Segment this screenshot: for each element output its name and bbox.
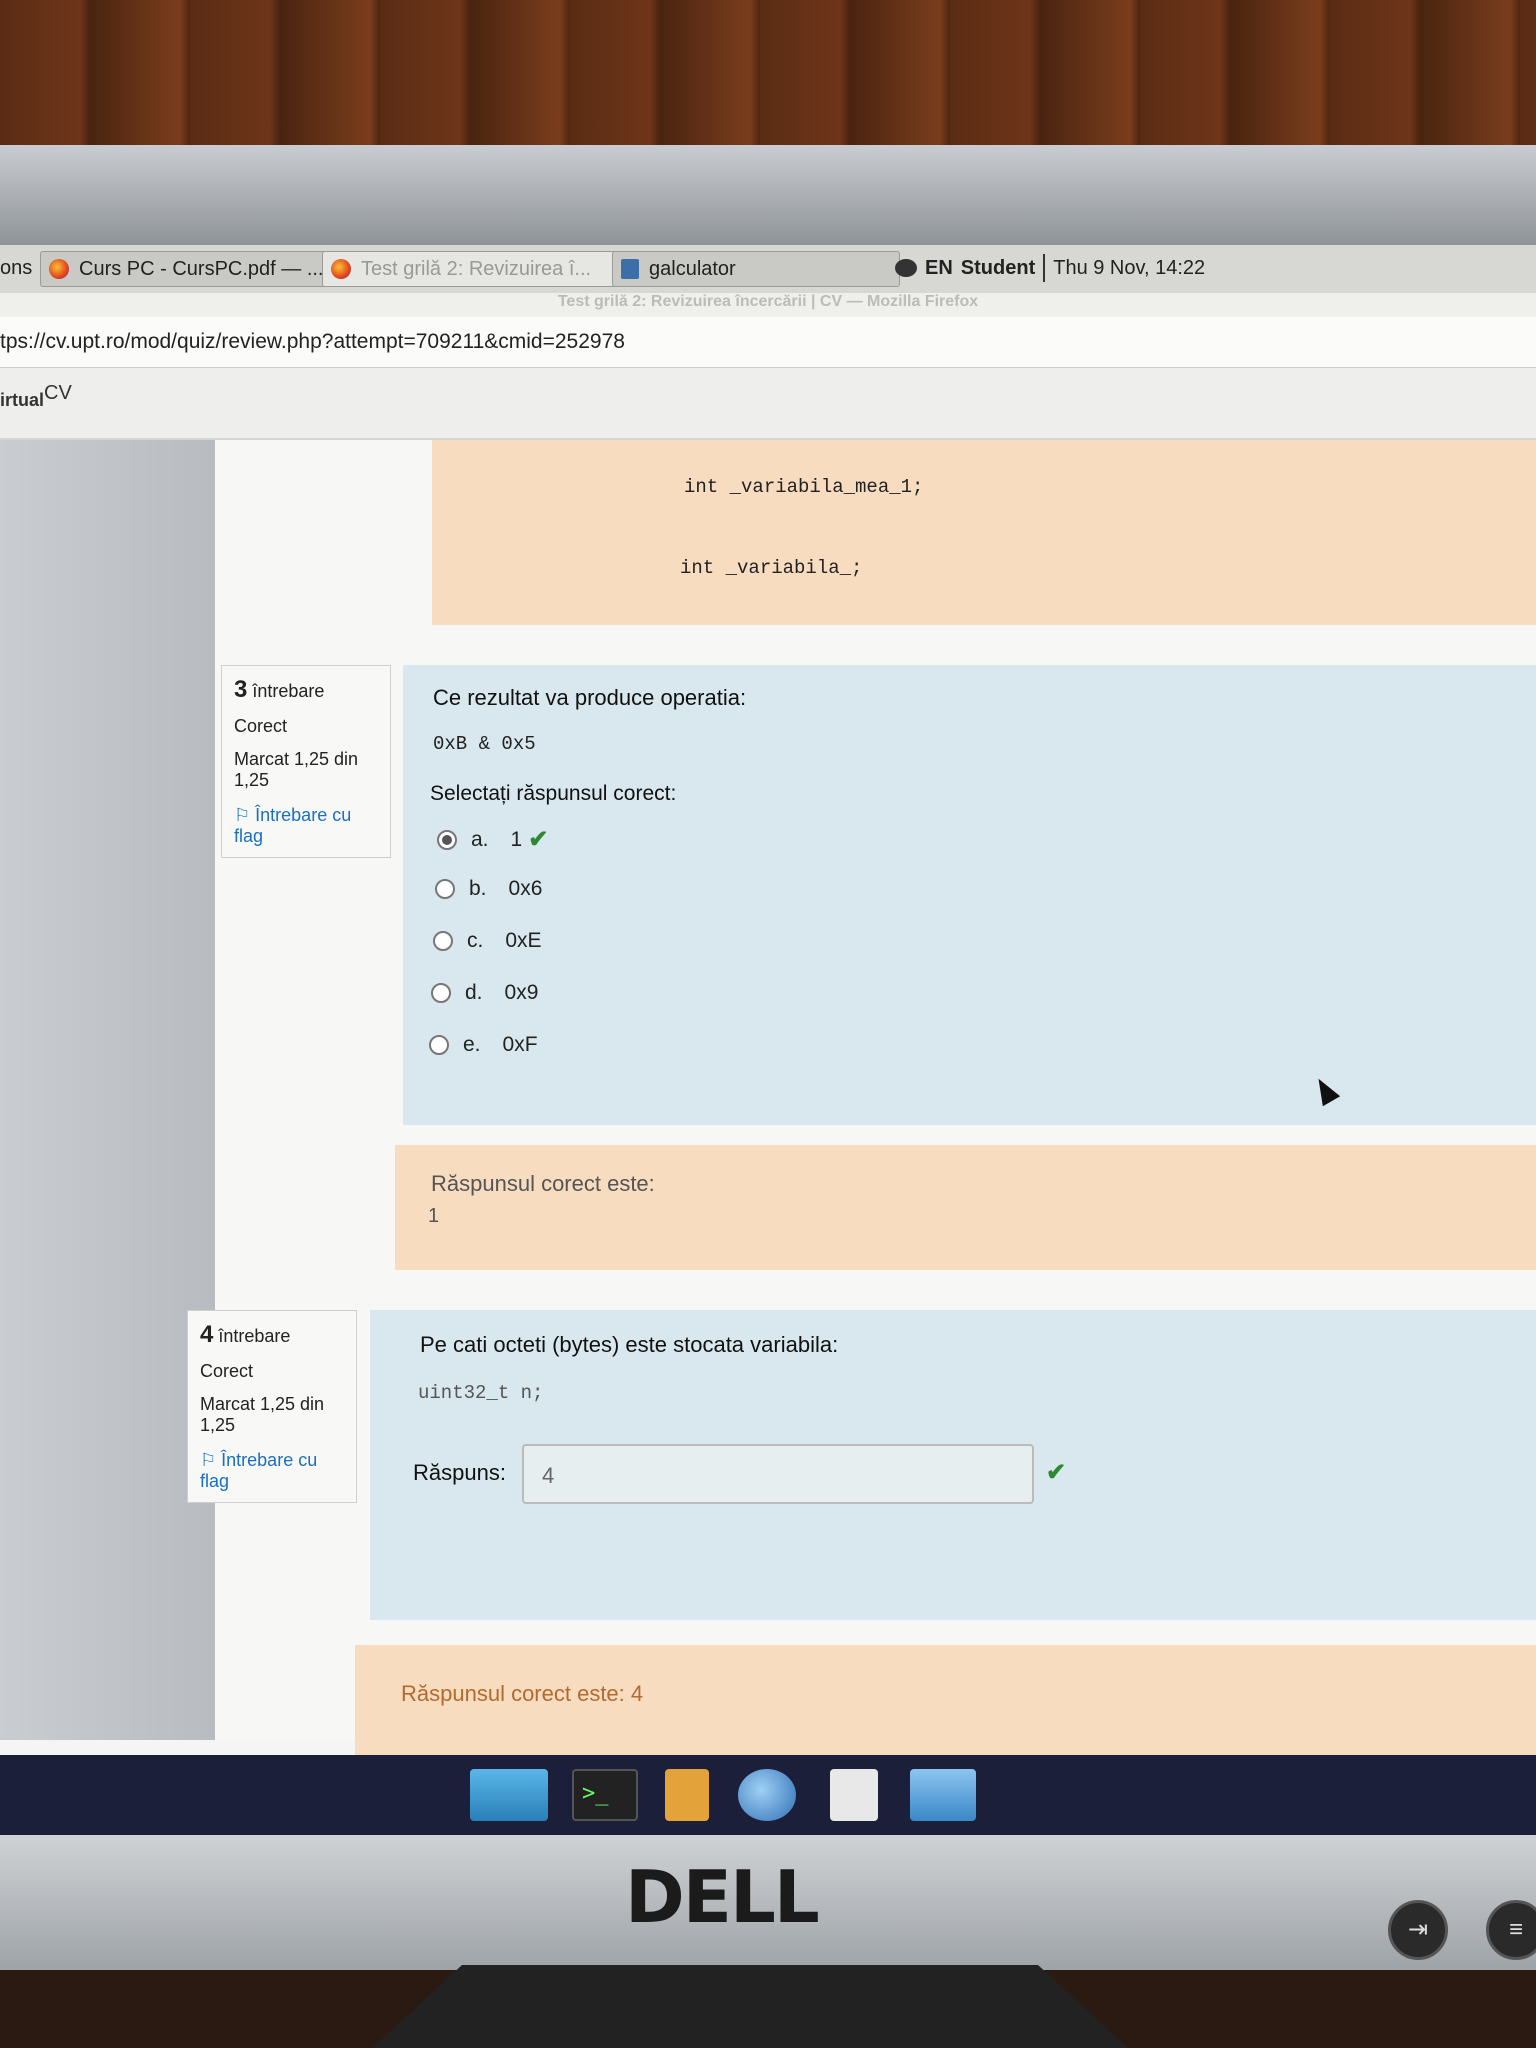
option-b[interactable]: b. 0x6 <box>435 877 542 901</box>
site-header: irtualCV <box>0 368 1536 440</box>
radio-button[interactable] <box>429 1035 449 1055</box>
wooden-wall-background <box>0 0 1536 150</box>
answer-input[interactable]: 4 <box>522 1444 1034 1504</box>
search-icon[interactable] <box>830 1769 878 1821</box>
mouse-cursor-icon <box>1309 1073 1341 1107</box>
question-label: întrebare <box>252 681 325 701</box>
question-status: Corect <box>200 1361 254 1381</box>
question-number: 3 <box>234 676 248 703</box>
correct-answer-text: Răspunsul corect este: 4 <box>401 1681 644 1706</box>
correct-answer-value: 1 <box>428 1205 440 1227</box>
correct-answer-label: Răspunsul corect este: <box>431 1171 655 1196</box>
address-bar[interactable]: tps://cv.upt.ro/mod/quiz/review.php?atte… <box>0 317 1536 368</box>
keyboard-layout[interactable]: EN <box>925 257 953 280</box>
user-name[interactable]: Student <box>961 257 1035 280</box>
flag-icon: ⚐ <box>200 1450 217 1470</box>
desktop-dock: >_ <box>0 1755 1536 1835</box>
check-icon: ✔ <box>528 826 549 853</box>
taskbar-item-label: Curs PC - CursPC.pdf — ... <box>79 257 324 280</box>
monitor-input-button-icon[interactable]: ⇥ <box>1388 1900 1448 1960</box>
question-3-feedback: Răspunsul corect este: 1 <box>395 1145 1536 1270</box>
desktop-icon[interactable] <box>470 1769 548 1821</box>
taskbar-item-label: galculator <box>649 257 736 280</box>
question-text: Ce rezultat va produce operatia: <box>433 685 747 710</box>
calculator-icon <box>621 259 639 279</box>
archive-icon[interactable] <box>665 1769 709 1821</box>
question-4-feedback: Răspunsul corect este: 4 <box>355 1645 1536 1755</box>
firefox-icon <box>331 259 351 279</box>
radio-button[interactable] <box>433 931 453 951</box>
question-mark: Marcat 1,25 din 1,25 <box>200 1394 325 1435</box>
question-mark: Marcat 1,25 din 1,25 <box>234 749 359 790</box>
question-3-info: 3 întrebare Corect Marcat 1,25 din 1,25 … <box>221 665 391 858</box>
left-drawer <box>0 440 215 1740</box>
radio-selected[interactable] <box>437 829 457 850</box>
radio-button[interactable] <box>431 983 451 1003</box>
monitor-brand-logo: DELL <box>625 1855 820 1939</box>
monitor-top-bezel <box>0 145 1536 245</box>
answer-prompt: Selectați răspunsul corect: <box>430 782 677 805</box>
code-line: int _variabila_; <box>680 557 863 579</box>
monitor-menu-button-icon[interactable]: ≡ <box>1486 1900 1536 1960</box>
question-3-body: Ce rezultat va produce operatia: 0xB & 0… <box>403 665 1536 1125</box>
folder-icon[interactable] <box>910 1769 976 1821</box>
clock[interactable]: Thu 9 Nov, 14:22 <box>1053 257 1205 280</box>
monitor-bottom-bezel: DELL ⇥ ≡ <box>0 1835 1536 1970</box>
question-status: Corect <box>234 716 288 736</box>
code-line: int _variabila_mea_1; <box>684 476 924 498</box>
taskbar-item-label: Test grilă 2: Revizuirea î... <box>361 257 592 280</box>
network-icon[interactable] <box>895 259 917 277</box>
system-tray: EN Student Thu 9 Nov, 14:22 <box>895 251 1205 285</box>
monitor-screen: ons Curs PC - CursPC.pdf — ... Test gril… <box>0 245 1536 1835</box>
desktop-taskbar: ons Curs PC - CursPC.pdf — ... Test gril… <box>0 245 1536 294</box>
question-label: întrebare <box>218 1326 291 1346</box>
site-logo[interactable]: irtualCV <box>0 382 72 411</box>
question-4-info: 4 întrebare Corect Marcat 1,25 din 1,25 … <box>187 1310 357 1503</box>
question-code: 0xB & 0x5 <box>433 733 536 755</box>
flag-question-link[interactable]: ⚐ Întrebare cu flag <box>200 1450 344 1492</box>
question-4-body: Pe cati octeti (bytes) este stocata vari… <box>370 1310 1536 1620</box>
answer-label: Răspuns: <box>413 1460 506 1485</box>
option-c[interactable]: c. 0xE <box>433 929 542 953</box>
question-number: 4 <box>200 1321 214 1348</box>
prev-question-feedback: int _variabila_mea_1; int _variabila_; <box>432 440 1536 625</box>
flag-question-link[interactable]: ⚐ Întrebare cu flag <box>234 805 378 847</box>
firefox-icon <box>49 259 69 279</box>
taskbar-item-pdf[interactable]: Curs PC - CursPC.pdf — ... <box>40 251 328 287</box>
option-e[interactable]: e. 0xF <box>429 1033 538 1057</box>
window-title: Test grilă 2: Revizuirea încercării | CV… <box>0 293 1536 317</box>
quiz-content: int _variabila_mea_1; int _variabila_; 3… <box>187 440 1536 1755</box>
taskbar-item-galculator[interactable]: galculator <box>612 251 900 287</box>
taskbar-item-quiz[interactable]: Test grilă 2: Revizuirea î... <box>322 251 620 287</box>
question-code: uint32_t n; <box>418 1382 544 1404</box>
check-icon: ✔ <box>1046 1459 1067 1486</box>
option-d[interactable]: d. 0x9 <box>431 981 538 1005</box>
flag-icon: ⚐ <box>234 805 251 825</box>
browser-globe-icon[interactable] <box>738 1769 796 1821</box>
tray-separator <box>1043 254 1046 282</box>
radio-button[interactable] <box>435 879 455 899</box>
monitor-stand <box>372 1965 1128 2048</box>
question-text: Pe cati octeti (bytes) este stocata vari… <box>420 1332 839 1357</box>
taskbar-cut-item[interactable]: ons <box>0 257 32 280</box>
terminal-icon[interactable]: >_ <box>572 1769 638 1821</box>
option-a[interactable]: a. 1 ✔ <box>437 825 548 854</box>
